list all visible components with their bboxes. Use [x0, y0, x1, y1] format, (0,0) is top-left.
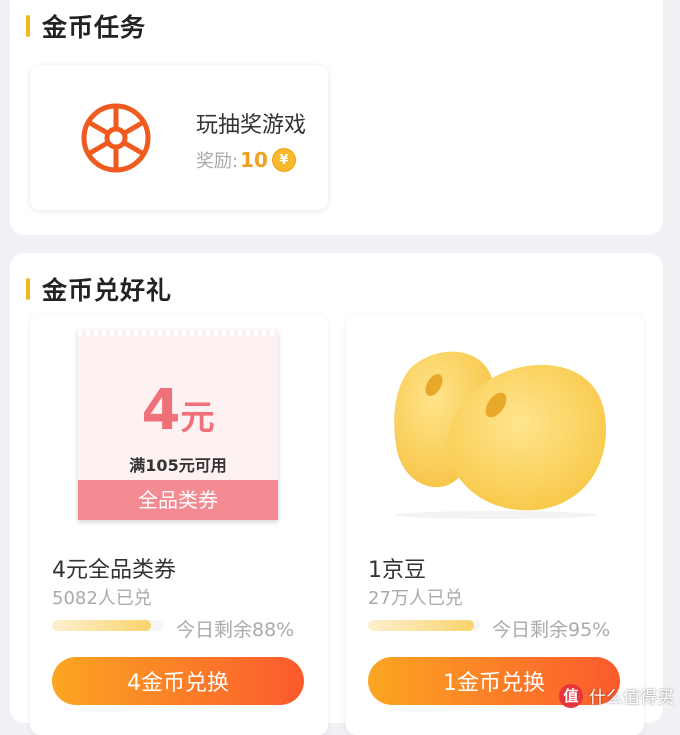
- reward-label: 奖励:: [196, 151, 239, 172]
- task-reward: 奖励: 10 ¥: [196, 147, 296, 173]
- gift-title: 1京豆: [368, 558, 426, 583]
- coupon-condition: 满105元可用: [129, 456, 227, 475]
- stock-progress-bar: [52, 620, 164, 631]
- section-header: 金币兑好礼: [26, 271, 172, 307]
- title-accent-bar: [26, 278, 30, 300]
- gift-section: 金币兑好礼 4元 满105元可用 全品类券 4元全品类券 5082人已兑 今日剩…: [10, 253, 663, 735]
- gift-title: 4元全品类券: [52, 558, 176, 583]
- stock-progress-fill: [368, 620, 475, 631]
- section-title: 金币兑好礼: [42, 276, 173, 305]
- coin-icon: ¥: [271, 148, 296, 172]
- stock-progress-fill: [52, 620, 151, 631]
- watermark-badge: 值: [559, 683, 583, 708]
- gift-item-coupon[interactable]: 4元 满105元可用 全品类券 4元全品类券 5082人已兑 今日剩余88% 4…: [30, 315, 328, 735]
- exchange-button[interactable]: 4金币兑换: [52, 657, 304, 705]
- site-watermark: 值 什么值得买: [559, 683, 674, 708]
- coupon-edge: [78, 330, 278, 336]
- coupon-amount: 4元: [78, 378, 278, 443]
- section-header: 金币任务: [26, 8, 146, 44]
- gift-item-beans[interactable]: 1京豆 27万人已兑 今日剩余95% 1金币兑换: [346, 315, 644, 735]
- stock-progress-bar: [368, 620, 480, 631]
- coupon-amount-number: 4: [141, 378, 181, 443]
- reward-amount: 10: [240, 148, 268, 172]
- wheel-icon: [81, 103, 151, 173]
- gift-exchanged-count: 27万人已兑: [368, 588, 463, 609]
- beans-icon: [394, 351, 607, 519]
- coupon-amount-unit: 元: [180, 398, 215, 438]
- task-item-lottery[interactable]: 玩抽奖游戏 奖励: 10 ¥: [30, 65, 328, 210]
- gift-exchanged-count: 5082人已兑: [52, 588, 152, 609]
- remaining-text: 今日剩余95%: [492, 619, 611, 641]
- coupon-footer: 全品类券: [78, 480, 278, 520]
- title-accent-bar: [26, 15, 30, 37]
- section-title: 金币任务: [42, 13, 147, 42]
- coupon-image: 4元 满105元可用 全品类券: [78, 330, 278, 520]
- task-name: 玩抽奖游戏: [196, 113, 307, 138]
- watermark-text: 什么值得买: [589, 688, 674, 708]
- remaining-text: 今日剩余88%: [176, 619, 295, 641]
- task-section: 金币任务 玩抽奖游戏 奖励: 10 ¥: [10, 0, 663, 235]
